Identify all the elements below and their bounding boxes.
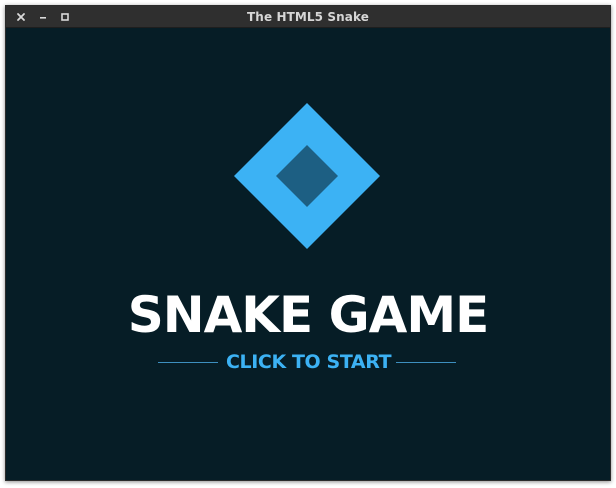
window-titlebar[interactable]: The HTML5 Snake: [6, 6, 610, 28]
window-title: The HTML5 Snake: [247, 10, 369, 24]
left-divider: [158, 362, 218, 363]
game-title: SNAKE GAME: [127, 286, 490, 344]
game-canvas[interactable]: SNAKE GAME CLICK TO START: [6, 28, 610, 480]
right-divider: [396, 362, 456, 363]
game-window: The HTML5 Snake SNAKE GAME CLICK TO STAR…: [5, 5, 611, 481]
start-prompt[interactable]: CLICK TO START: [158, 348, 456, 376]
start-button[interactable]: CLICK TO START: [226, 348, 392, 376]
diamond-logo-icon: [234, 103, 380, 249]
